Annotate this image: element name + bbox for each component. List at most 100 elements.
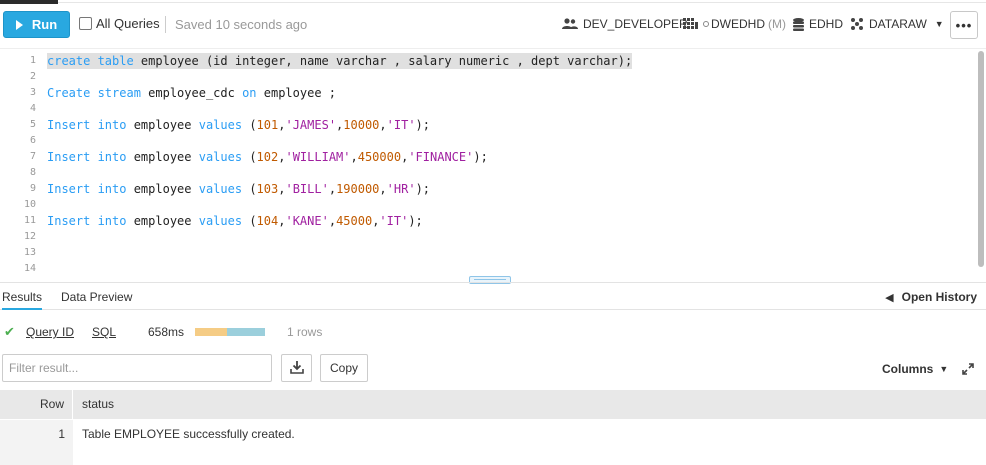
code-token: ); [415,182,431,196]
warehouse-name: DWEDHD [711,17,765,31]
results-tabs: Results Data Preview ◀ Open History [0,282,986,310]
code-token: ); [415,118,430,132]
chevron-down-icon: ▼ [939,364,949,374]
code-token: employee ; [256,86,337,100]
worksheet-toolbar: Run All Queries Saved 10 seconds ago DEV… [0,4,986,46]
code-token: values [198,214,243,228]
role-selector[interactable]: DEV_DEVELOPER [562,17,688,31]
all-queries-label: All Queries [96,16,160,31]
code-token: employee_cdc [140,86,243,100]
line-number: 10 [23,199,36,210]
code-area[interactable]: create table employee (id integer, name … [42,49,976,280]
line-number: 11 [23,215,36,226]
code-token: on [242,86,257,100]
code-token: employee (id integer, name varchar , sal… [133,54,633,68]
tab-results[interactable]: Results [2,290,43,310]
status-cell[interactable]: Table EMPLOYEE successfully created. [82,420,295,449]
line-number: 8 [29,167,36,178]
line-number: 9 [29,183,36,194]
database-name: EDHD [809,17,844,31]
editor-scrollbar[interactable] [978,51,984,267]
code-token: , [379,182,387,196]
saved-status: Saved 10 seconds ago [175,17,308,32]
all-queries-toggle[interactable]: All Queries [79,16,160,31]
code-token: , [350,150,358,164]
code-token: 450000 [357,150,402,164]
download-icon [289,360,304,377]
code-token: , [328,214,337,228]
sql-editor[interactable]: 1 2 3 4 5 6 7 8 9 10 11 12 13 14 create table employe… [0,48,986,280]
code-token: employee [126,182,199,196]
column-header-row[interactable]: Row [0,390,73,419]
code-token: , [328,182,337,196]
code-token: ( [242,214,257,228]
open-history-button[interactable]: ◀ Open History [885,290,977,304]
code-token: ); [408,214,423,228]
chevron-down-icon: ▼ [934,19,944,29]
line-number: 7 [29,151,36,162]
line-number: 1 [29,55,36,66]
copy-button[interactable]: Copy [320,354,368,382]
code-token: 'WILLIAM' [285,150,351,164]
schema-selector[interactable]: DATARAW ▼ [850,17,944,31]
database-icon [793,17,804,31]
code-token: 'HR' [386,182,416,196]
run-button-label: Run [31,17,58,32]
code-token: 'FINANCE' [408,150,474,164]
code-token: values [198,150,243,164]
tab-data-preview[interactable]: Data Preview [61,290,132,304]
toolbar-divider [165,16,166,33]
line-number: 2 [29,71,36,82]
line-number: 14 [23,263,36,274]
code-token: 'KANE' [285,214,329,228]
all-queries-checkbox[interactable] [79,17,92,30]
code-token: 10000 [343,118,380,132]
filter-result-input[interactable] [2,354,272,382]
line-number: 4 [29,103,36,114]
warehouse-status-icon [703,21,709,27]
columns-dropdown[interactable]: Columns ▼ [882,362,948,376]
open-history-label: Open History [901,290,977,304]
duration-bar [195,328,265,336]
line-number-gutter: 1 2 3 4 5 6 7 8 9 10 11 12 13 14 [0,49,42,280]
code-token: employee [126,118,199,132]
user-group-icon [562,18,578,30]
check-icon: ✔ [4,324,15,339]
code-token: , [379,118,387,132]
code-token: 'JAMES' [285,118,337,132]
column-header-status[interactable]: status [82,390,114,419]
warehouse-selector[interactable]: DWEDHD (M) [683,17,786,31]
line-number: 12 [23,231,36,242]
code-token: 190000 [336,182,380,196]
download-button[interactable] [281,354,312,382]
code-token: Insert into [47,182,127,196]
code-token: Insert into [47,118,127,132]
code-token: ( [242,150,257,164]
table-row[interactable]: 1 Table EMPLOYEE successfully created. [0,420,986,449]
line-number: 6 [29,135,36,146]
code-token: values [198,118,243,132]
sql-link[interactable]: SQL [92,325,116,339]
code-token: 'BILL' [285,182,329,196]
code-token: create table [47,54,134,68]
query-id-link[interactable]: Query ID [26,325,74,339]
run-button[interactable]: Run [3,11,70,38]
code-token: 'IT' [386,118,416,132]
database-selector[interactable]: EDHD [793,17,843,31]
duration-bar-compile [195,328,227,336]
query-meta: ✔ Query ID SQL 658ms 1 rows [0,322,986,342]
warehouse-size: (M) [768,17,786,31]
code-token: 101 [256,118,279,132]
code-token: 102 [256,150,279,164]
more-options-button[interactable]: ••• [950,11,978,39]
expand-icon[interactable] [961,362,975,379]
code-token: ( [242,118,257,132]
code-token: employee [126,150,199,164]
code-token: ( [242,182,257,196]
code-token: ); [473,150,488,164]
query-duration: 658ms [148,325,185,339]
arrow-left-icon: ◀ [885,291,894,304]
code-token: employee [126,214,199,228]
warehouse-grid-icon [683,17,698,31]
row-number: 1 [0,420,73,449]
